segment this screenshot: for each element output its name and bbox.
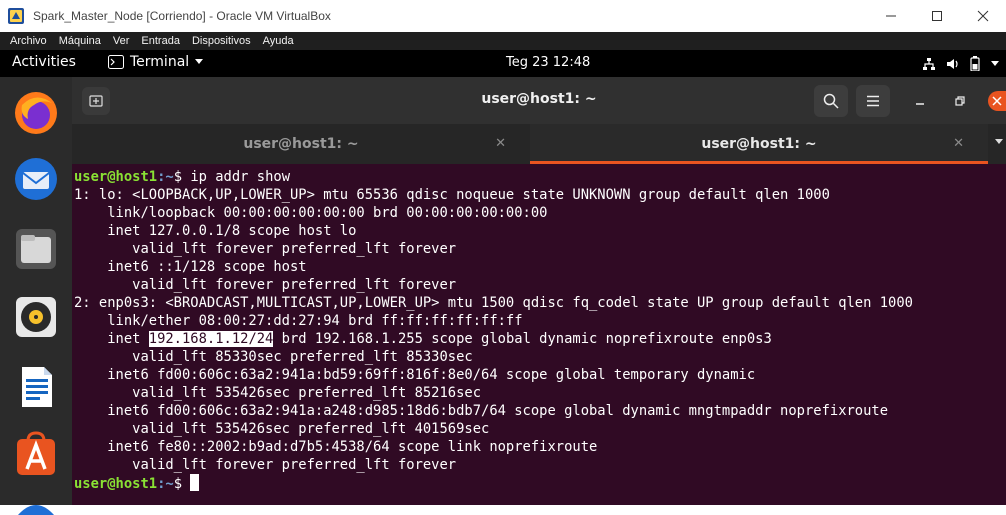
system-menu-arrow-icon[interactable]: [990, 60, 1000, 68]
files-icon[interactable]: [12, 225, 60, 273]
menu-ver[interactable]: Ver: [113, 35, 130, 47]
minimize-icon: [916, 103, 924, 105]
tab-close-icon[interactable]: ✕: [495, 136, 506, 151]
tab-label: user@host1: ~: [243, 136, 359, 152]
minimize-icon: [886, 15, 896, 17]
vbox-title-bar: Spark_Master_Node [Corriendo] - Oracle V…: [0, 0, 1006, 32]
minimize-button[interactable]: [868, 0, 914, 32]
partial-dock-icon[interactable]: [12, 495, 60, 515]
hamburger-menu-button[interactable]: [856, 85, 890, 117]
prompt-user: user@host1: [74, 169, 158, 185]
output-line: 1: lo: <LOOPBACK,UP,LOWER_UP> mtu 65536 …: [74, 187, 830, 203]
search-button[interactable]: [814, 85, 848, 117]
terminal-header-bar: user@host1: ~: [72, 77, 1006, 124]
output-line: valid_lft forever preferred_lft forever: [74, 241, 457, 257]
prompt-symbol: $: [173, 476, 191, 492]
software-icon[interactable]: [12, 431, 60, 479]
terminal-cursor: [190, 474, 200, 491]
terminal-app-icon: [108, 55, 124, 69]
current-prompt-line[interactable]: user@host1:~$: [74, 474, 1006, 492]
prompt-user: user@host1: [74, 476, 158, 492]
tab-list-dropdown-icon[interactable]: [992, 136, 1006, 146]
firefox-icon[interactable]: [12, 89, 60, 137]
terminal-app-menu[interactable]: Terminal: [108, 54, 204, 70]
vbox-menu-bar: Archivo Máquina Ver Entrada Dispositivos…: [0, 32, 1006, 50]
output-line: valid_lft 85330sec preferred_lft 85330se…: [74, 349, 473, 365]
search-icon: [823, 93, 839, 109]
tab-2[interactable]: user@host1: ~ ✕: [530, 124, 988, 164]
gnome-top-bar: Activities Terminal Teg 23 12:48: [0, 50, 1006, 77]
prompt-path: :~: [157, 169, 174, 185]
menu-maquina[interactable]: Máquina: [59, 35, 101, 47]
terminal-output[interactable]: user@host1:~$ ip addr show 1: lo: <LOOPB…: [72, 164, 1006, 505]
output-line: link/ether 08:00:27:dd:27:94 brd ff:ff:f…: [74, 313, 523, 329]
command-line: user@host1:~$ ip addr show: [74, 168, 1006, 186]
output-line: inet6 fe80::2002:b9ad:d7b5:4538/64 scope…: [74, 439, 598, 455]
close-button[interactable]: [960, 0, 1006, 32]
maximize-button[interactable]: [914, 0, 960, 32]
menu-archivo[interactable]: Archivo: [10, 35, 47, 47]
tab-close-icon[interactable]: ✕: [953, 136, 964, 151]
thunderbird-icon[interactable]: [12, 155, 60, 203]
rhythmbox-icon[interactable]: [12, 293, 60, 341]
maximize-icon: [932, 11, 942, 21]
battery-icon[interactable]: [970, 56, 980, 71]
selected-ip-address[interactable]: 192.168.1.12/24: [148, 331, 274, 347]
close-icon: [992, 96, 1002, 106]
clock[interactable]: Teg 23 12:48: [506, 55, 590, 70]
menu-ayuda[interactable]: Ayuda: [263, 35, 294, 47]
terminal-app-label: Terminal: [130, 54, 190, 70]
prompt-symbol: $: [173, 169, 191, 185]
output-line: 2: enp0s3: <BROADCAST,MULTICAST,UP,LOWER…: [74, 295, 913, 311]
dropdown-triangle-icon: [195, 59, 204, 64]
terminal-tab-bar: user@host1: ~ ✕ user@host1: ~ ✕: [72, 124, 1006, 164]
inet-line: inet 192.168.1.12/24 brd 192.168.1.255 s…: [74, 330, 1006, 348]
activities-button[interactable]: Activities: [12, 54, 76, 70]
output-line: valid_lft 535426sec preferred_lft 85216s…: [74, 385, 482, 401]
output-line: inet6 fd00:606c:63a2:941a:a248:d985:18d6…: [74, 403, 889, 419]
inet-suffix: brd 192.168.1.255 scope global dynamic n…: [273, 331, 772, 347]
tab-label: user@host1: ~: [701, 136, 817, 152]
virtualbox-app-icon: [8, 8, 24, 24]
output-line: valid_lft forever preferred_lft forever: [74, 277, 457, 293]
prompt-path: :~: [157, 476, 174, 492]
ubuntu-dock: [0, 77, 72, 515]
command-text: ip addr show: [190, 169, 291, 185]
close-icon: [977, 10, 989, 22]
writer-icon[interactable]: [12, 363, 60, 411]
tab-1[interactable]: user@host1: ~ ✕: [72, 124, 530, 164]
terminal-restore-button[interactable]: [950, 91, 970, 111]
output-line: inet 127.0.0.1/8 scope host lo: [74, 223, 357, 239]
output-line: inet6 fd00:606c:63a2:941a:bd59:69ff:816f…: [74, 367, 756, 383]
output-line: valid_lft 535426sec preferred_lft 401569…: [74, 421, 490, 437]
volume-icon[interactable]: [946, 57, 960, 71]
window-title: Spark_Master_Node [Corriendo] - Oracle V…: [33, 9, 331, 23]
restore-icon: [955, 96, 965, 106]
menu-entrada[interactable]: Entrada: [141, 35, 180, 47]
terminal-minimize-button[interactable]: [910, 91, 930, 111]
terminal-close-button[interactable]: [988, 91, 1006, 111]
output-line: link/loopback 00:00:00:00:00:00 brd 00:0…: [74, 205, 548, 221]
output-line: inet6 ::1/128 scope host: [74, 259, 307, 275]
output-line: valid_lft forever preferred_lft forever: [74, 457, 457, 473]
menu-dispositivos[interactable]: Dispositivos: [192, 35, 251, 47]
network-icon[interactable]: [922, 57, 936, 71]
hamburger-icon: [867, 95, 879, 107]
inet-prefix: inet: [74, 331, 149, 347]
